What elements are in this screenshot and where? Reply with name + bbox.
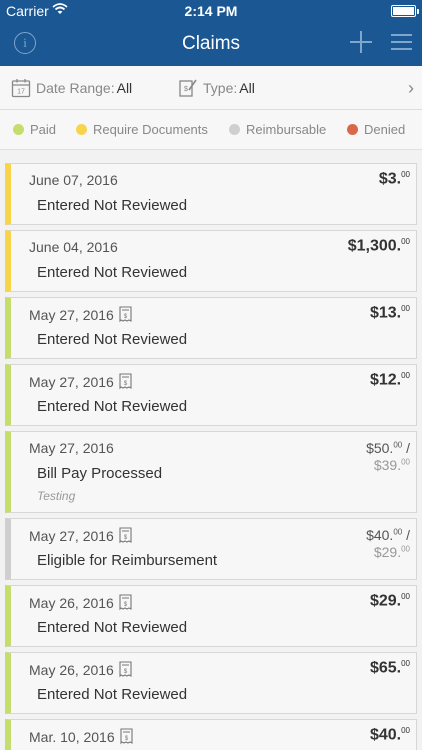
claim-date: May 27, 2016 (29, 306, 114, 323)
receipt-icon: $ (119, 306, 132, 323)
svg-text:$: $ (124, 602, 128, 608)
claim-amount: $40.00 / (366, 527, 410, 543)
legend-item-paid: Paid (13, 122, 56, 137)
claim-amount: $1,300.00 (347, 237, 410, 255)
claim-amount: $3.00 (378, 170, 410, 188)
claim-status: Entered Not Reviewed (37, 197, 188, 214)
claim-amount: $12.00 (369, 371, 410, 389)
claim-amount: $50.00 / (366, 440, 410, 456)
legend-dot (229, 124, 240, 135)
claim-status: Entered Not Reviewed (37, 686, 188, 703)
claim-status: Entered Not Reviewed (37, 398, 188, 415)
claim-amount: $13.00 (369, 304, 410, 322)
receipt-edit-icon: $ (179, 79, 197, 97)
claim-note: Testing (37, 489, 76, 503)
claim-amount-reimbursed: $29.00 (373, 544, 410, 560)
receipt-icon: $ (120, 728, 133, 745)
date-range-label: Date Range: (36, 80, 115, 96)
claim-date: May 27, 2016 (29, 527, 114, 544)
svg-text:$: $ (124, 535, 128, 541)
type-filter[interactable]: $ Type: All (178, 66, 255, 110)
date-range-value: All (116, 80, 133, 96)
hamburger-menu-icon[interactable] (391, 33, 412, 51)
claim-row[interactable]: May 27, 2016 Bill Pay Processed Testing … (5, 431, 417, 513)
status-legend: Paid Require Documents Reimbursable Deni… (0, 110, 422, 150)
clock: 2:14 PM (184, 3, 238, 19)
legend-dot (76, 124, 87, 135)
claim-amount: $29.00 (369, 592, 410, 610)
claim-date: May 27, 2016 (29, 373, 114, 390)
add-claim-button[interactable] (350, 31, 372, 53)
svg-text:$: $ (124, 669, 128, 675)
claim-status: Entered Not Reviewed (37, 619, 188, 636)
claim-row[interactable]: May 26, 2016 $ Entered Not Reviewed $29.0… (5, 585, 417, 647)
claim-date: May 26, 2016 (29, 594, 114, 611)
svg-text:$: $ (124, 381, 128, 387)
legend-label: Denied (364, 122, 406, 137)
legend-item-require-documents: Require Documents (76, 122, 208, 137)
claim-date: June 07, 2016 (29, 172, 118, 188)
claim-amount: $40.00 (369, 726, 410, 744)
legend-dot (13, 124, 24, 135)
chevron-right-icon[interactable]: › (408, 78, 414, 99)
type-label: Type: (203, 80, 238, 96)
claim-date: Mar. 10, 2016 (29, 728, 115, 745)
legend-item-reimbursable: Reimbursable (229, 122, 326, 137)
claim-status: Entered Not Reviewed (37, 264, 188, 281)
legend-item-denied: Denied (347, 122, 405, 137)
claim-row[interactable]: May 26, 2016 $ Entered Not Reviewed $65.0… (5, 652, 417, 714)
svg-text:17: 17 (17, 89, 25, 96)
legend-dot (347, 124, 358, 135)
date-range-filter[interactable]: 17 Date Range: All (11, 66, 132, 110)
svg-text:$: $ (124, 314, 128, 320)
claim-row[interactable]: June 07, 2016 Entered Not Reviewed $3.00 (5, 163, 417, 225)
claim-row[interactable]: Mar. 10, 2016 $ $40.00 (5, 719, 417, 750)
status-bar: Carrier 2:14 PM (0, 0, 422, 22)
claim-row[interactable]: June 04, 2016 Entered Not Reviewed $1,30… (5, 230, 417, 292)
receipt-icon: $ (119, 661, 132, 678)
claim-row[interactable]: May 27, 2016 $ Eligible for Reimbursement… (5, 518, 417, 580)
claim-date: May 26, 2016 (29, 661, 114, 678)
legend-label: Paid (30, 122, 57, 137)
claim-row[interactable]: May 27, 2016 $ Entered Not Reviewed $12.0… (5, 364, 417, 426)
claim-date: May 27, 2016 (29, 440, 114, 456)
receipt-icon: $ (119, 373, 132, 390)
legend-label: Require Documents (93, 122, 208, 137)
claim-status: Bill Pay Processed (37, 465, 163, 482)
claim-date: June 04, 2016 (29, 239, 118, 255)
claim-amount: $65.00 (369, 659, 410, 677)
legend-label: Reimbursable (246, 122, 327, 137)
battery-icon (391, 5, 419, 17)
nav-bar: i Claims (0, 22, 422, 66)
claim-status: Entered Not Reviewed (37, 331, 188, 348)
calendar-icon: 17 (11, 79, 31, 98)
receipt-icon: $ (119, 594, 132, 611)
type-value: All (239, 80, 255, 96)
claim-row[interactable]: May 27, 2016 $ Entered Not Reviewed $13.0… (5, 297, 417, 359)
claim-status: Eligible for Reimbursement (37, 552, 218, 569)
claim-amount-reimbursed: $39.00 (373, 457, 410, 473)
svg-text:$: $ (124, 736, 128, 742)
svg-text:$: $ (184, 86, 188, 93)
receipt-icon: $ (119, 527, 132, 544)
filter-bar: 17 Date Range: All $ Type: All › (0, 66, 422, 110)
